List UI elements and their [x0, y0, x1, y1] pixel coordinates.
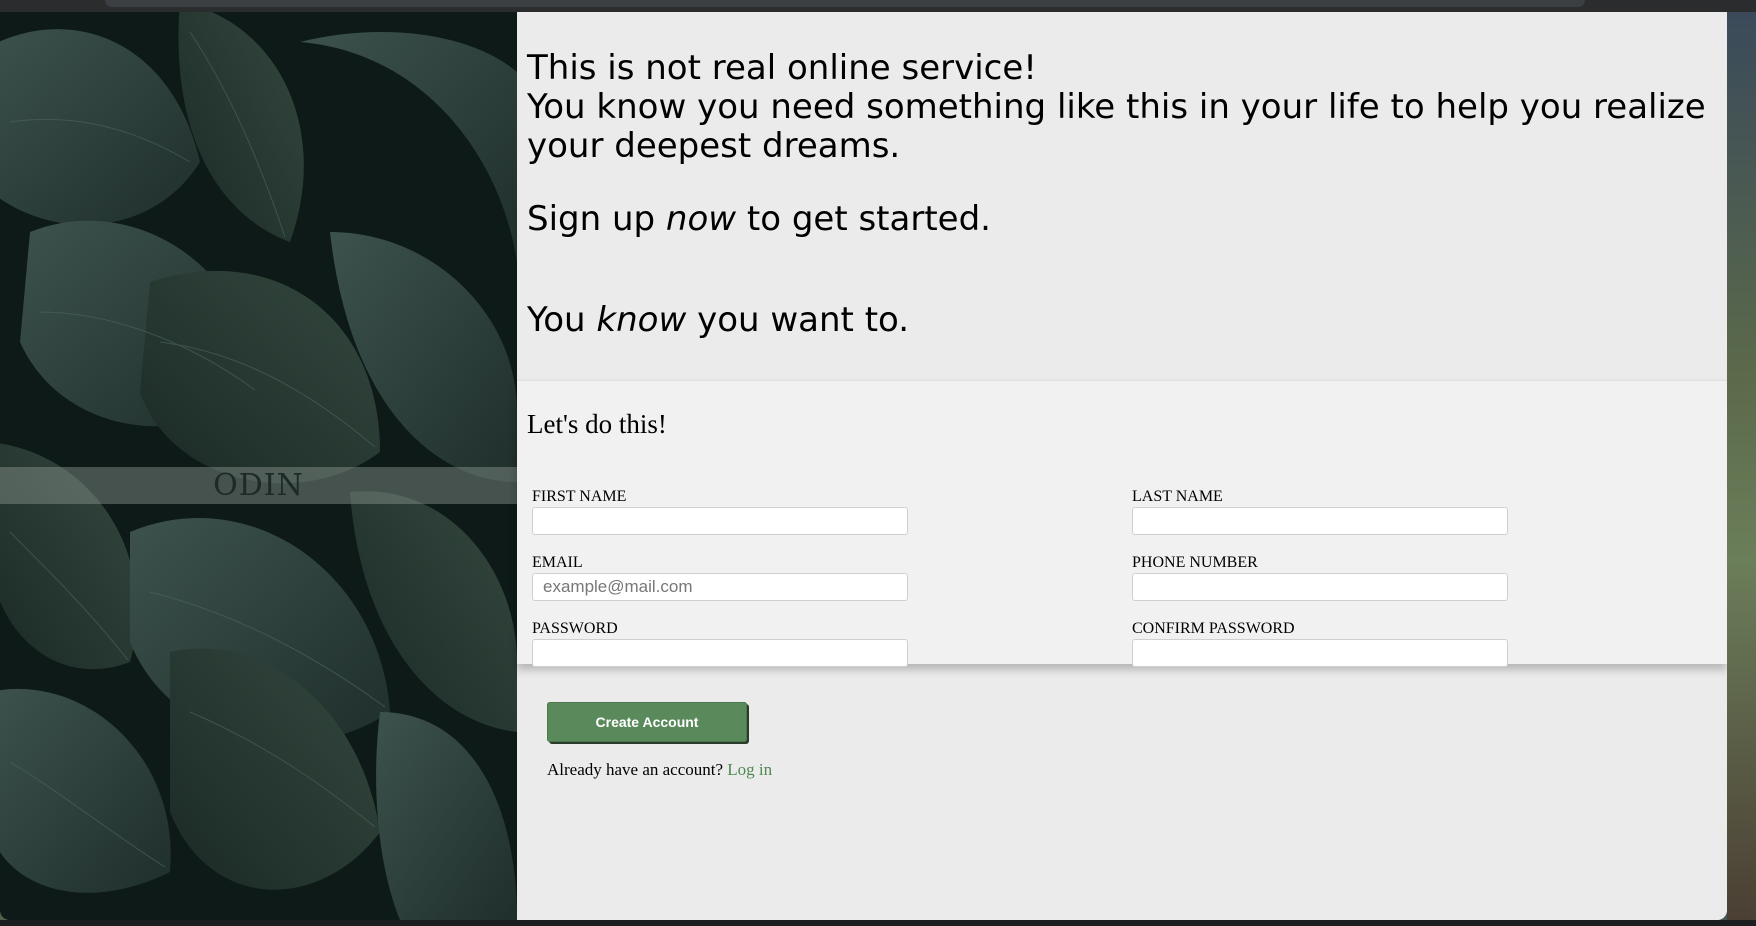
last-name-field: Last Name	[1132, 487, 1512, 535]
browser-window: ODIN This is not real online service! Yo…	[0, 12, 1727, 920]
desktop-background-edge	[1727, 12, 1756, 926]
form-title: Let's do this!	[527, 409, 667, 439]
window-bottom-edge	[0, 920, 1756, 926]
first-name-label: First Name	[532, 488, 627, 505]
intro-line-3-prefix: Sign up	[527, 199, 666, 239]
intro-line-2: You know you need something like this in…	[527, 87, 1706, 166]
intro-line-4-suffix: you want to.	[686, 300, 910, 340]
hero-image-panel: ODIN	[0, 12, 517, 920]
browser-tab-strip	[105, 0, 1585, 7]
password-field: Password	[532, 619, 912, 667]
confirm-password-label: Confirm Password	[1132, 620, 1295, 637]
email-input[interactable]	[532, 573, 908, 601]
intro-line-3-emphasis: now	[665, 199, 737, 239]
login-link[interactable]: Log in	[727, 760, 772, 779]
intro-section: This is not real online service! You kno…	[527, 49, 1717, 340]
intro-line-3: Sign up now to get started.	[527, 200, 1717, 239]
first-name-input[interactable]	[532, 507, 908, 535]
login-prompt: Already have an account? Log in	[547, 760, 772, 780]
phone-number-label: Phone Number	[1132, 554, 1258, 571]
last-name-label: Last Name	[1132, 488, 1223, 505]
first-name-field: First Name	[532, 487, 912, 535]
password-input[interactable]	[532, 639, 908, 667]
login-prompt-text: Already have an account?	[547, 760, 724, 779]
phone-number-input[interactable]	[1132, 573, 1508, 601]
confirm-password-field: Confirm Password	[1132, 619, 1512, 667]
intro-line-4-emphasis: know	[596, 300, 687, 340]
logo-band: ODIN	[0, 467, 517, 504]
create-account-button[interactable]: Create Account	[547, 702, 747, 742]
phone-number-field: Phone Number	[1132, 553, 1512, 601]
confirm-password-input[interactable]	[1132, 639, 1508, 667]
intro-line-1: This is not real online service!	[527, 48, 1037, 88]
intro-line-4: You know you want to.	[527, 301, 1717, 340]
leaves-image	[0, 12, 517, 920]
logo: ODIN	[213, 468, 304, 503]
intro-line-4-prefix: You	[527, 300, 597, 340]
email-label: Email	[532, 554, 583, 571]
last-name-input[interactable]	[1132, 507, 1508, 535]
intro-line-3-suffix: to get started.	[736, 199, 991, 239]
signup-form: Let's do this! First Name Last Name Emai…	[517, 380, 1727, 667]
password-label: Password	[532, 620, 618, 637]
main-content: This is not real online service! You kno…	[517, 12, 1727, 920]
email-field: Email	[532, 553, 912, 601]
browser-top-bar	[0, 0, 1756, 12]
